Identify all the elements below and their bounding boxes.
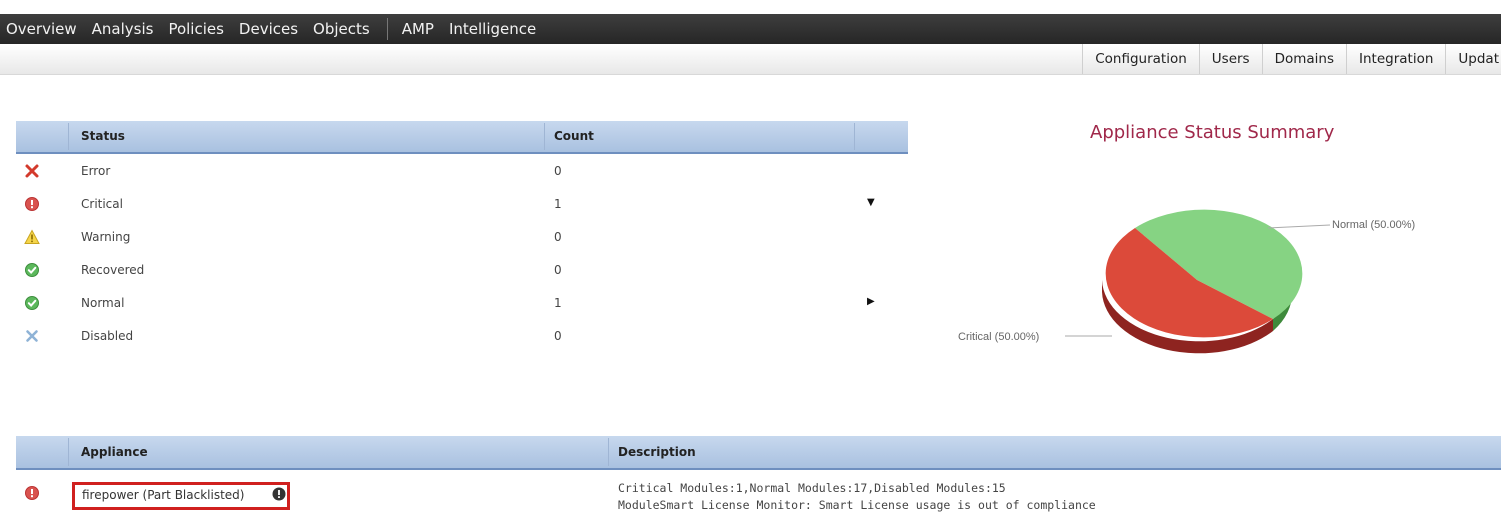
sub-nav-tabs: Configuration Users Domains Integration … [1082, 44, 1501, 74]
header-divider [68, 438, 69, 466]
recovered-check-icon [24, 262, 40, 278]
header-divider [608, 438, 609, 466]
header-divider [854, 123, 855, 150]
top-nav-items: Overview Analysis Policies Devices Objec… [6, 14, 551, 44]
nav-devices[interactable]: Devices [239, 20, 298, 38]
status-label: Critical [81, 197, 123, 211]
nav-divider [386, 18, 388, 40]
leader-line-normal [1267, 224, 1331, 229]
critical-icon [24, 196, 40, 212]
tab-users[interactable]: Users [1198, 44, 1262, 74]
status-label: Disabled [81, 329, 134, 343]
status-label: Normal [81, 296, 125, 310]
critical-icon [24, 485, 40, 501]
status-column-header[interactable]: Status [81, 121, 125, 152]
status-label: Error [81, 164, 111, 178]
status-label: Recovered [81, 263, 145, 277]
count-column-header[interactable]: Count [554, 121, 594, 152]
status-count: 0 [554, 329, 562, 343]
nav-analysis[interactable]: Analysis [92, 20, 154, 38]
appliance-status-pie-chart: Normal (50.00%) Critical (50.00%) [958, 209, 1415, 354]
nav-amp[interactable]: AMP [402, 20, 434, 38]
appliance-name-link[interactable]: firepower (Part Blacklisted) [82, 488, 244, 502]
description-line: ModuleSmart License Monitor: Smart Licen… [618, 498, 1096, 512]
description-column-header[interactable]: Description [618, 436, 696, 468]
appliance-column-header[interactable]: Appliance [81, 436, 148, 468]
legend-label-critical: Critical (50.00%) [958, 331, 1039, 343]
sub-navigation: Configuration Users Domains Integration … [0, 44, 1501, 75]
description-line: Critical Modules:1,Normal Modules:17,Dis… [618, 481, 1006, 495]
status-row-warning: Warning 0 [16, 221, 908, 254]
status-count: 0 [554, 263, 562, 277]
expand-down-arrow-icon[interactable]: ▼ [867, 197, 875, 208]
status-label: Warning [81, 230, 131, 244]
tab-updates[interactable]: Updat [1445, 44, 1501, 74]
tab-domains[interactable]: Domains [1261, 44, 1346, 74]
status-count: 1 [554, 296, 562, 310]
status-row-disabled: Disabled 0 [16, 320, 908, 353]
status-row-error: Error 0 [16, 155, 908, 188]
normal-check-icon [24, 295, 40, 311]
legend-label-normal: Normal (50.00%) [1332, 219, 1415, 231]
header-divider [544, 123, 545, 150]
disabled-x-icon [24, 328, 40, 344]
status-row-normal: Normal 1 ▶ [16, 287, 908, 320]
chart-title: Appliance Status Summary [1090, 122, 1335, 143]
status-count: 0 [554, 164, 562, 178]
info-icon[interactable] [272, 487, 286, 501]
error-x-icon [24, 163, 40, 179]
expand-right-arrow-icon[interactable]: ▶ [867, 296, 875, 307]
nav-policies[interactable]: Policies [168, 20, 223, 38]
tab-integration[interactable]: Integration [1346, 44, 1445, 74]
header-divider [68, 123, 69, 150]
nav-intelligence[interactable]: Intelligence [449, 20, 536, 38]
tab-configuration[interactable]: Configuration [1082, 44, 1199, 74]
top-navigation: Overview Analysis Policies Devices Objec… [0, 0, 1501, 44]
appliance-table-header: Appliance Description [16, 436, 1501, 470]
appliance-row: firepower (Part Blacklisted) Critical Mo… [16, 470, 1501, 513]
status-row-critical: Critical 1 ▼ [16, 188, 908, 221]
nav-objects[interactable]: Objects [313, 20, 370, 38]
status-count: 1 [554, 197, 562, 211]
status-count: 0 [554, 230, 562, 244]
nav-overview[interactable]: Overview [6, 20, 77, 38]
status-row-recovered: Recovered 0 [16, 254, 908, 287]
status-table-header: Status Count [16, 121, 908, 154]
warning-icon [24, 229, 40, 245]
